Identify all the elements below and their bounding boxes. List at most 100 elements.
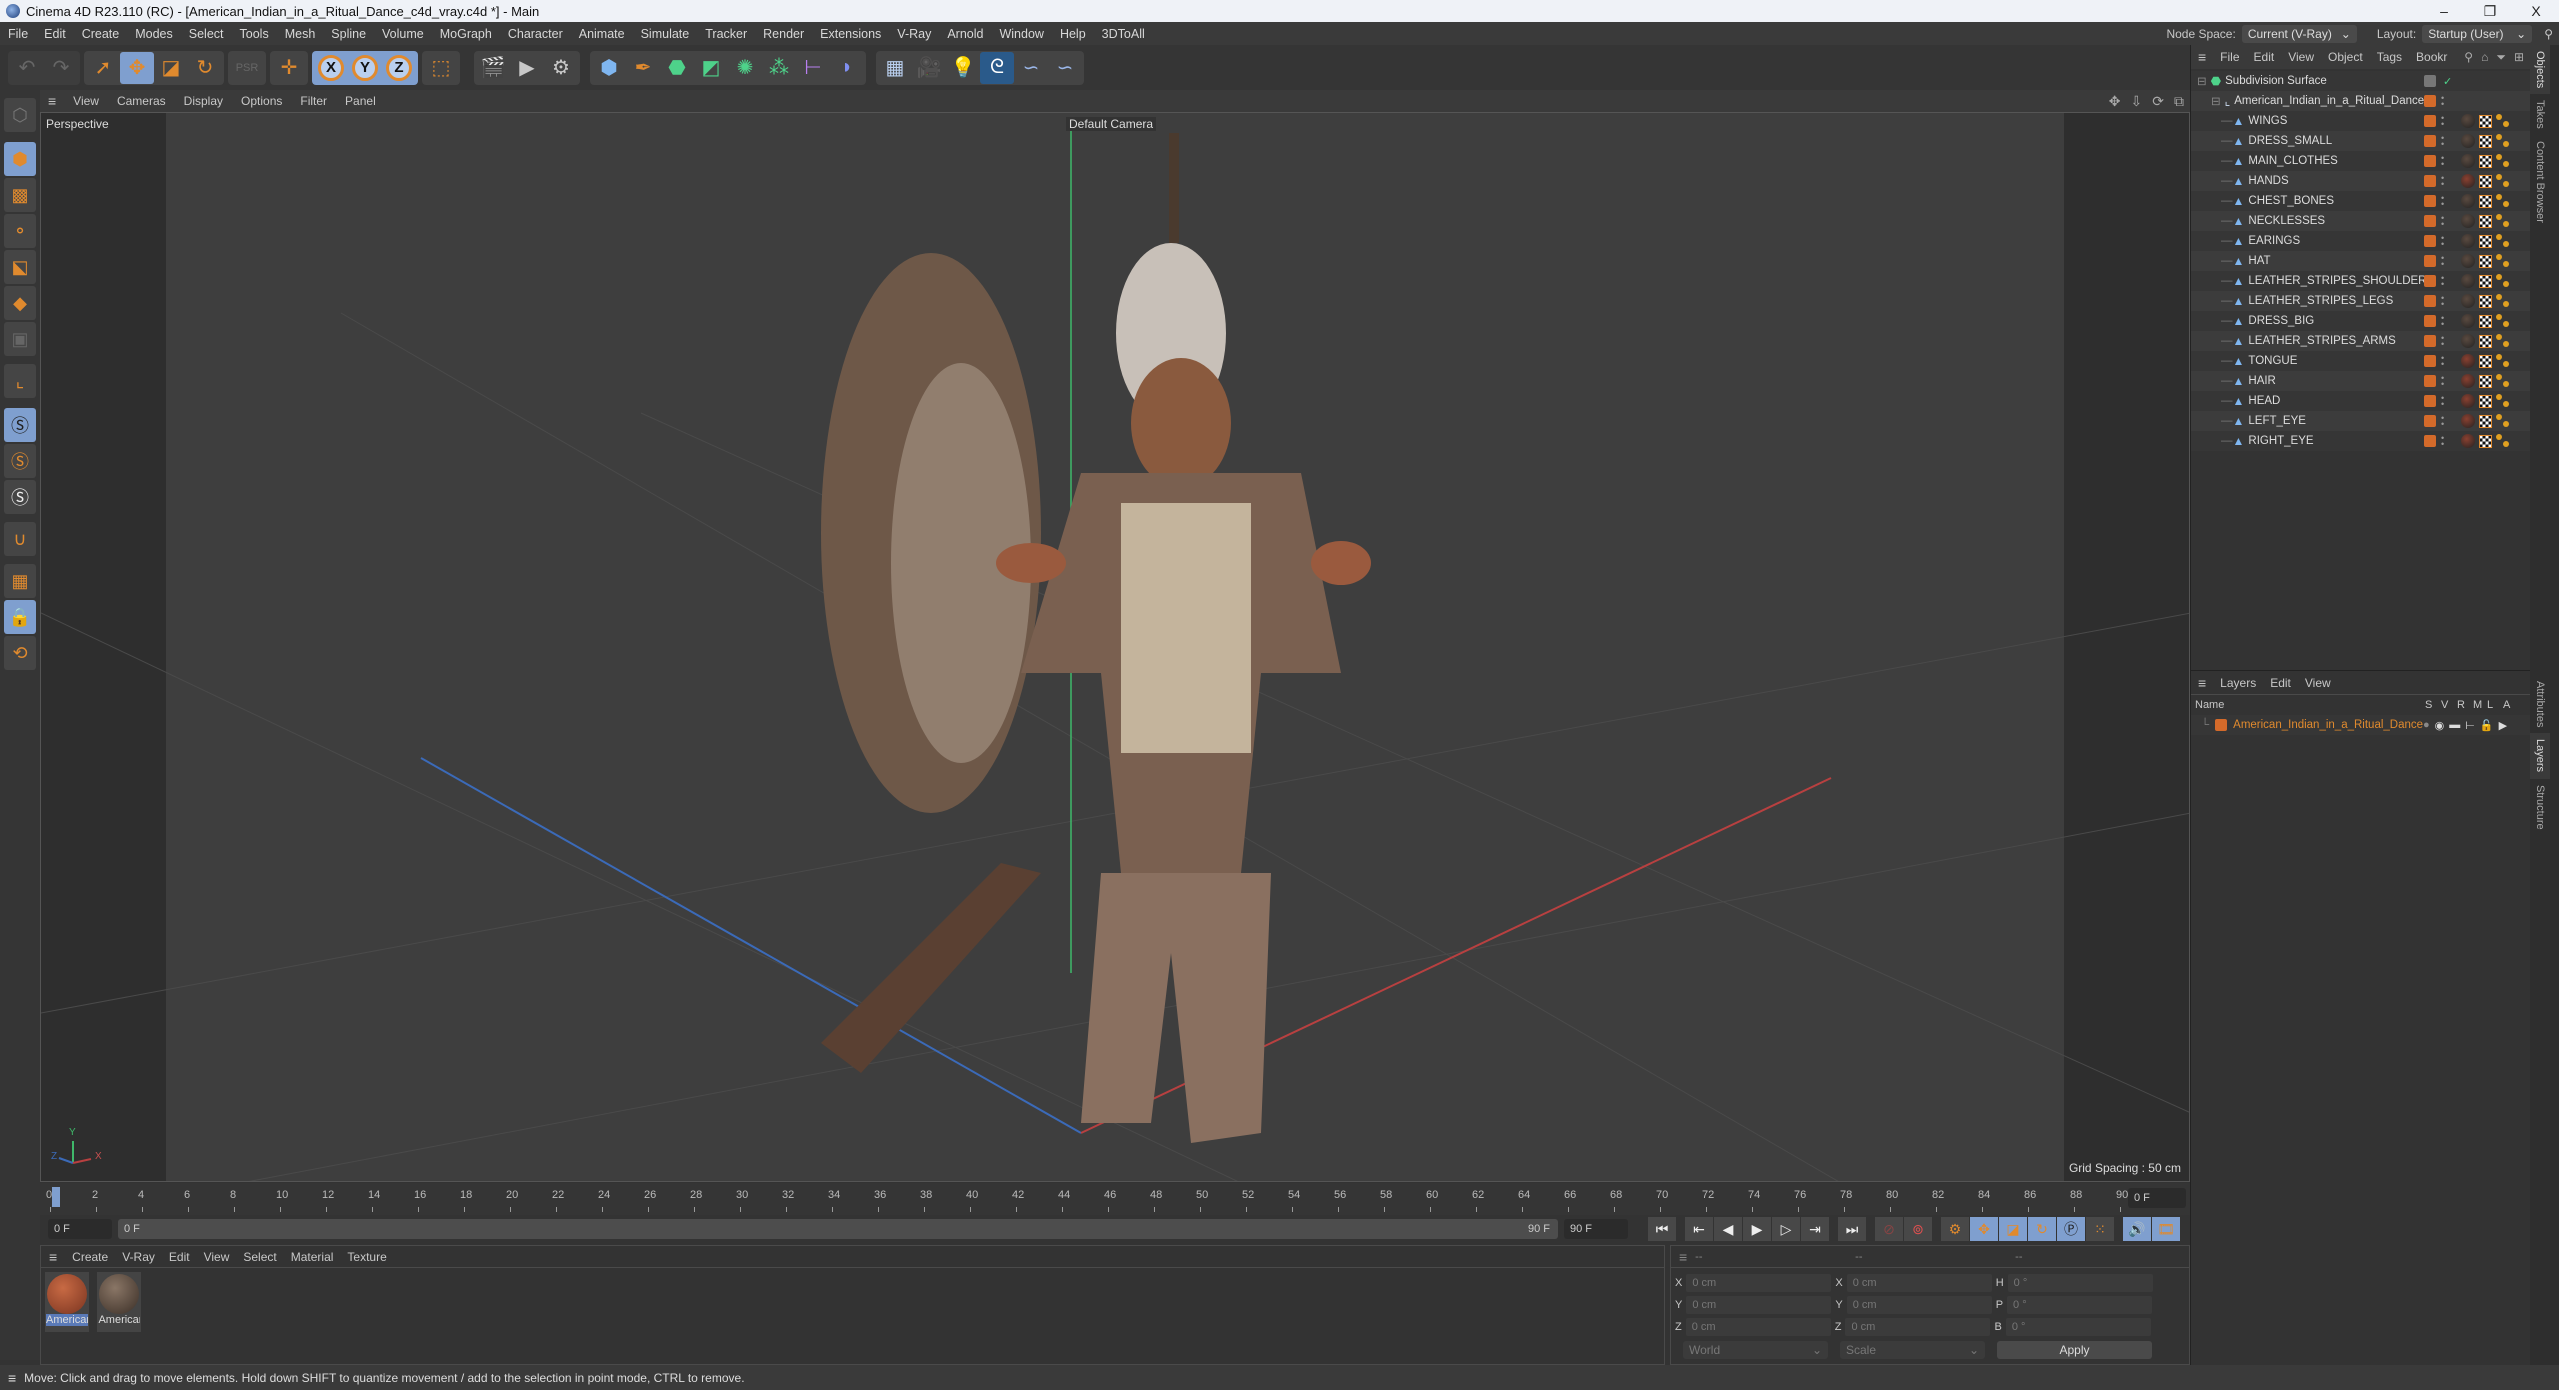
vertex-map-tag-icon[interactable]: [2496, 394, 2510, 408]
vertex-map-tag-icon[interactable]: [2496, 314, 2510, 328]
script-button[interactable]: ᘓ: [980, 51, 1014, 84]
vertex-map-tag-icon[interactable]: [2496, 134, 2510, 148]
object-row[interactable]: — ▲ LEATHER_STRIPES_LEGS • •: [2191, 291, 2530, 311]
material-menu-material[interactable]: Material: [284, 1250, 341, 1264]
material-tag-icon[interactable]: [2461, 254, 2475, 268]
solo-hierarchy-button[interactable]: Ⓢ: [4, 444, 36, 478]
menu-arnold[interactable]: Arnold: [939, 27, 991, 41]
viewport-menu-view[interactable]: View: [64, 94, 108, 108]
material-tag-icon[interactable]: [2461, 354, 2475, 368]
layer-color-swatch[interactable]: [2424, 275, 2436, 287]
size-field[interactable]: 0 cm: [1846, 1296, 1992, 1314]
key-position-button[interactable]: ✥: [1970, 1217, 1998, 1241]
next-frame-button[interactable]: ▷: [1772, 1217, 1800, 1241]
visibility-dots[interactable]: • •: [2441, 174, 2445, 189]
hamburger-icon[interactable]: ≡: [1671, 1249, 1695, 1265]
make-editable-button[interactable]: ⬡: [4, 98, 36, 132]
uvw-tag-icon[interactable]: [2479, 194, 2492, 208]
object-row-subdivision-surface[interactable]: ⊟ ⬣ Subdivision Surface ✓: [2191, 71, 2530, 91]
cube-button[interactable]: ⬢: [592, 52, 626, 84]
solo-button[interactable]: Ⓢ: [4, 408, 36, 442]
tab-attributes[interactable]: Attributes: [2530, 675, 2550, 733]
material-swatch[interactable]: American: [45, 1272, 89, 1332]
object-row[interactable]: — ▲ TONGUE • •: [2191, 351, 2530, 371]
autokey-button[interactable]: ⊚: [1904, 1217, 1932, 1241]
filter-icon[interactable]: ⏷: [2496, 50, 2506, 65]
uvw-tag-icon[interactable]: [2479, 314, 2492, 328]
layer-menu-edit[interactable]: Edit: [2263, 676, 2298, 690]
object-row[interactable]: — ▲ WINGS • •: [2191, 111, 2530, 131]
material-tag-icon[interactable]: [2461, 134, 2475, 148]
home-icon[interactable]: ⌂: [2481, 50, 2488, 65]
uvw-tag-icon[interactable]: [2479, 174, 2492, 188]
deformer-button[interactable]: ⊢: [796, 52, 830, 84]
visibility-dots[interactable]: • •: [2441, 114, 2445, 129]
vertex-map-tag-icon[interactable]: [2496, 154, 2510, 168]
vertex-map-tag-icon[interactable]: [2496, 334, 2510, 348]
layer-name[interactable]: American_Indian_in_a_Ritual_Dance: [2233, 719, 2423, 731]
object-menu-tags[interactable]: Tags: [2370, 50, 2409, 64]
object-menu-edit[interactable]: Edit: [2247, 50, 2282, 64]
visibility-dots[interactable]: • •: [2441, 234, 2445, 249]
camera-label[interactable]: Default Camera: [1066, 117, 1157, 131]
object-menu-file[interactable]: File: [2213, 50, 2246, 64]
axis-mode-button[interactable]: ⌞: [4, 364, 36, 398]
tab-layers[interactable]: Layers: [2530, 733, 2550, 779]
render-settings-button[interactable]: ⚙: [544, 52, 578, 84]
material-tag-icon[interactable]: [2461, 294, 2475, 308]
menu-character[interactable]: Character: [500, 27, 571, 41]
search-icon[interactable]: ⚲: [2464, 50, 2473, 65]
layer-color-swatch[interactable]: [2424, 75, 2436, 87]
material-menu-edit[interactable]: Edit: [162, 1250, 197, 1264]
menu-create[interactable]: Create: [74, 27, 128, 41]
object-row[interactable]: — ▲ LEFT_EYE • •: [2191, 411, 2530, 431]
menu-tracker[interactable]: Tracker: [697, 27, 755, 41]
material-tag-icon[interactable]: [2461, 374, 2475, 388]
material-tag-icon[interactable]: [2461, 174, 2475, 188]
transform-mode-dropdown[interactable]: Scale ⌄: [1840, 1341, 1985, 1359]
menu-vray[interactable]: V-Ray: [889, 27, 939, 41]
visibility-dots[interactable]: • •: [2441, 274, 2445, 289]
layout-dropdown[interactable]: Startup (User) ⌄: [2422, 24, 2533, 43]
layer-color-swatch[interactable]: [2424, 155, 2436, 167]
polygons-mode-button[interactable]: ◆: [4, 286, 36, 320]
key-scale-button[interactable]: ◪: [1999, 1217, 2027, 1241]
uvw-tag-icon[interactable]: [2479, 374, 2492, 388]
object-row[interactable]: — ▲ NECKLESSES • •: [2191, 211, 2530, 231]
vertex-map-tag-icon[interactable]: [2496, 414, 2510, 428]
select-tool-button[interactable]: ➚: [86, 52, 120, 84]
restore-button[interactable]: ❐: [2467, 0, 2513, 22]
apply-button[interactable]: Apply: [1997, 1341, 2152, 1359]
node-space-dropdown[interactable]: Current (V-Ray) ⌄: [2241, 24, 2357, 43]
object-row[interactable]: — ▲ MAIN_CLOTHES • •: [2191, 151, 2530, 171]
material-tag-icon[interactable]: [2461, 394, 2475, 408]
uvw-tag-icon[interactable]: [2479, 134, 2492, 148]
menu-mograph[interactable]: MoGraph: [432, 27, 500, 41]
edges-mode-button[interactable]: ⬕: [4, 250, 36, 284]
material-tag-icon[interactable]: [2461, 154, 2475, 168]
hamburger-icon[interactable]: ≡: [40, 93, 64, 109]
menu-help[interactable]: Help: [1052, 27, 1094, 41]
layer-color-swatch[interactable]: [2424, 435, 2436, 447]
menu-animate[interactable]: Animate: [571, 27, 633, 41]
viewport-menu-cameras[interactable]: Cameras: [108, 94, 175, 108]
object-row[interactable]: — ▲ LEATHER_STRIPES_SHOULDERS • •: [2191, 271, 2530, 291]
vertex-map-tag-icon[interactable]: [2496, 374, 2510, 388]
position-field[interactable]: 0 cm: [1686, 1274, 1832, 1292]
position-field[interactable]: 0 cm: [1686, 1296, 1832, 1314]
subdivision-button[interactable]: ⬣: [660, 52, 694, 84]
tab-content-browser[interactable]: Content Browser: [2530, 135, 2550, 229]
layer-menu-layers[interactable]: Layers: [2213, 676, 2263, 690]
key-parameter-button[interactable]: Ⓟ: [2057, 1217, 2085, 1241]
object-row[interactable]: — ▲ LEATHER_STRIPES_ARMS • •: [2191, 331, 2530, 351]
layer-color-swatch[interactable]: [2424, 415, 2436, 427]
play-button[interactable]: ▶: [1743, 1217, 1771, 1241]
visibility-dots[interactable]: • •: [2441, 354, 2445, 369]
visibility-dots[interactable]: • •: [2441, 334, 2445, 349]
object-menu-bookmarks[interactable]: Bookr: [2409, 50, 2454, 64]
layer-color-swatch[interactable]: [2424, 255, 2436, 267]
object-menu-view[interactable]: View: [2281, 50, 2321, 64]
visibility-dots[interactable]: • •: [2441, 434, 2445, 449]
orbit-view-icon[interactable]: ⟳: [2152, 93, 2164, 110]
timeline-frame-field[interactable]: 0 F: [2128, 1188, 2186, 1208]
